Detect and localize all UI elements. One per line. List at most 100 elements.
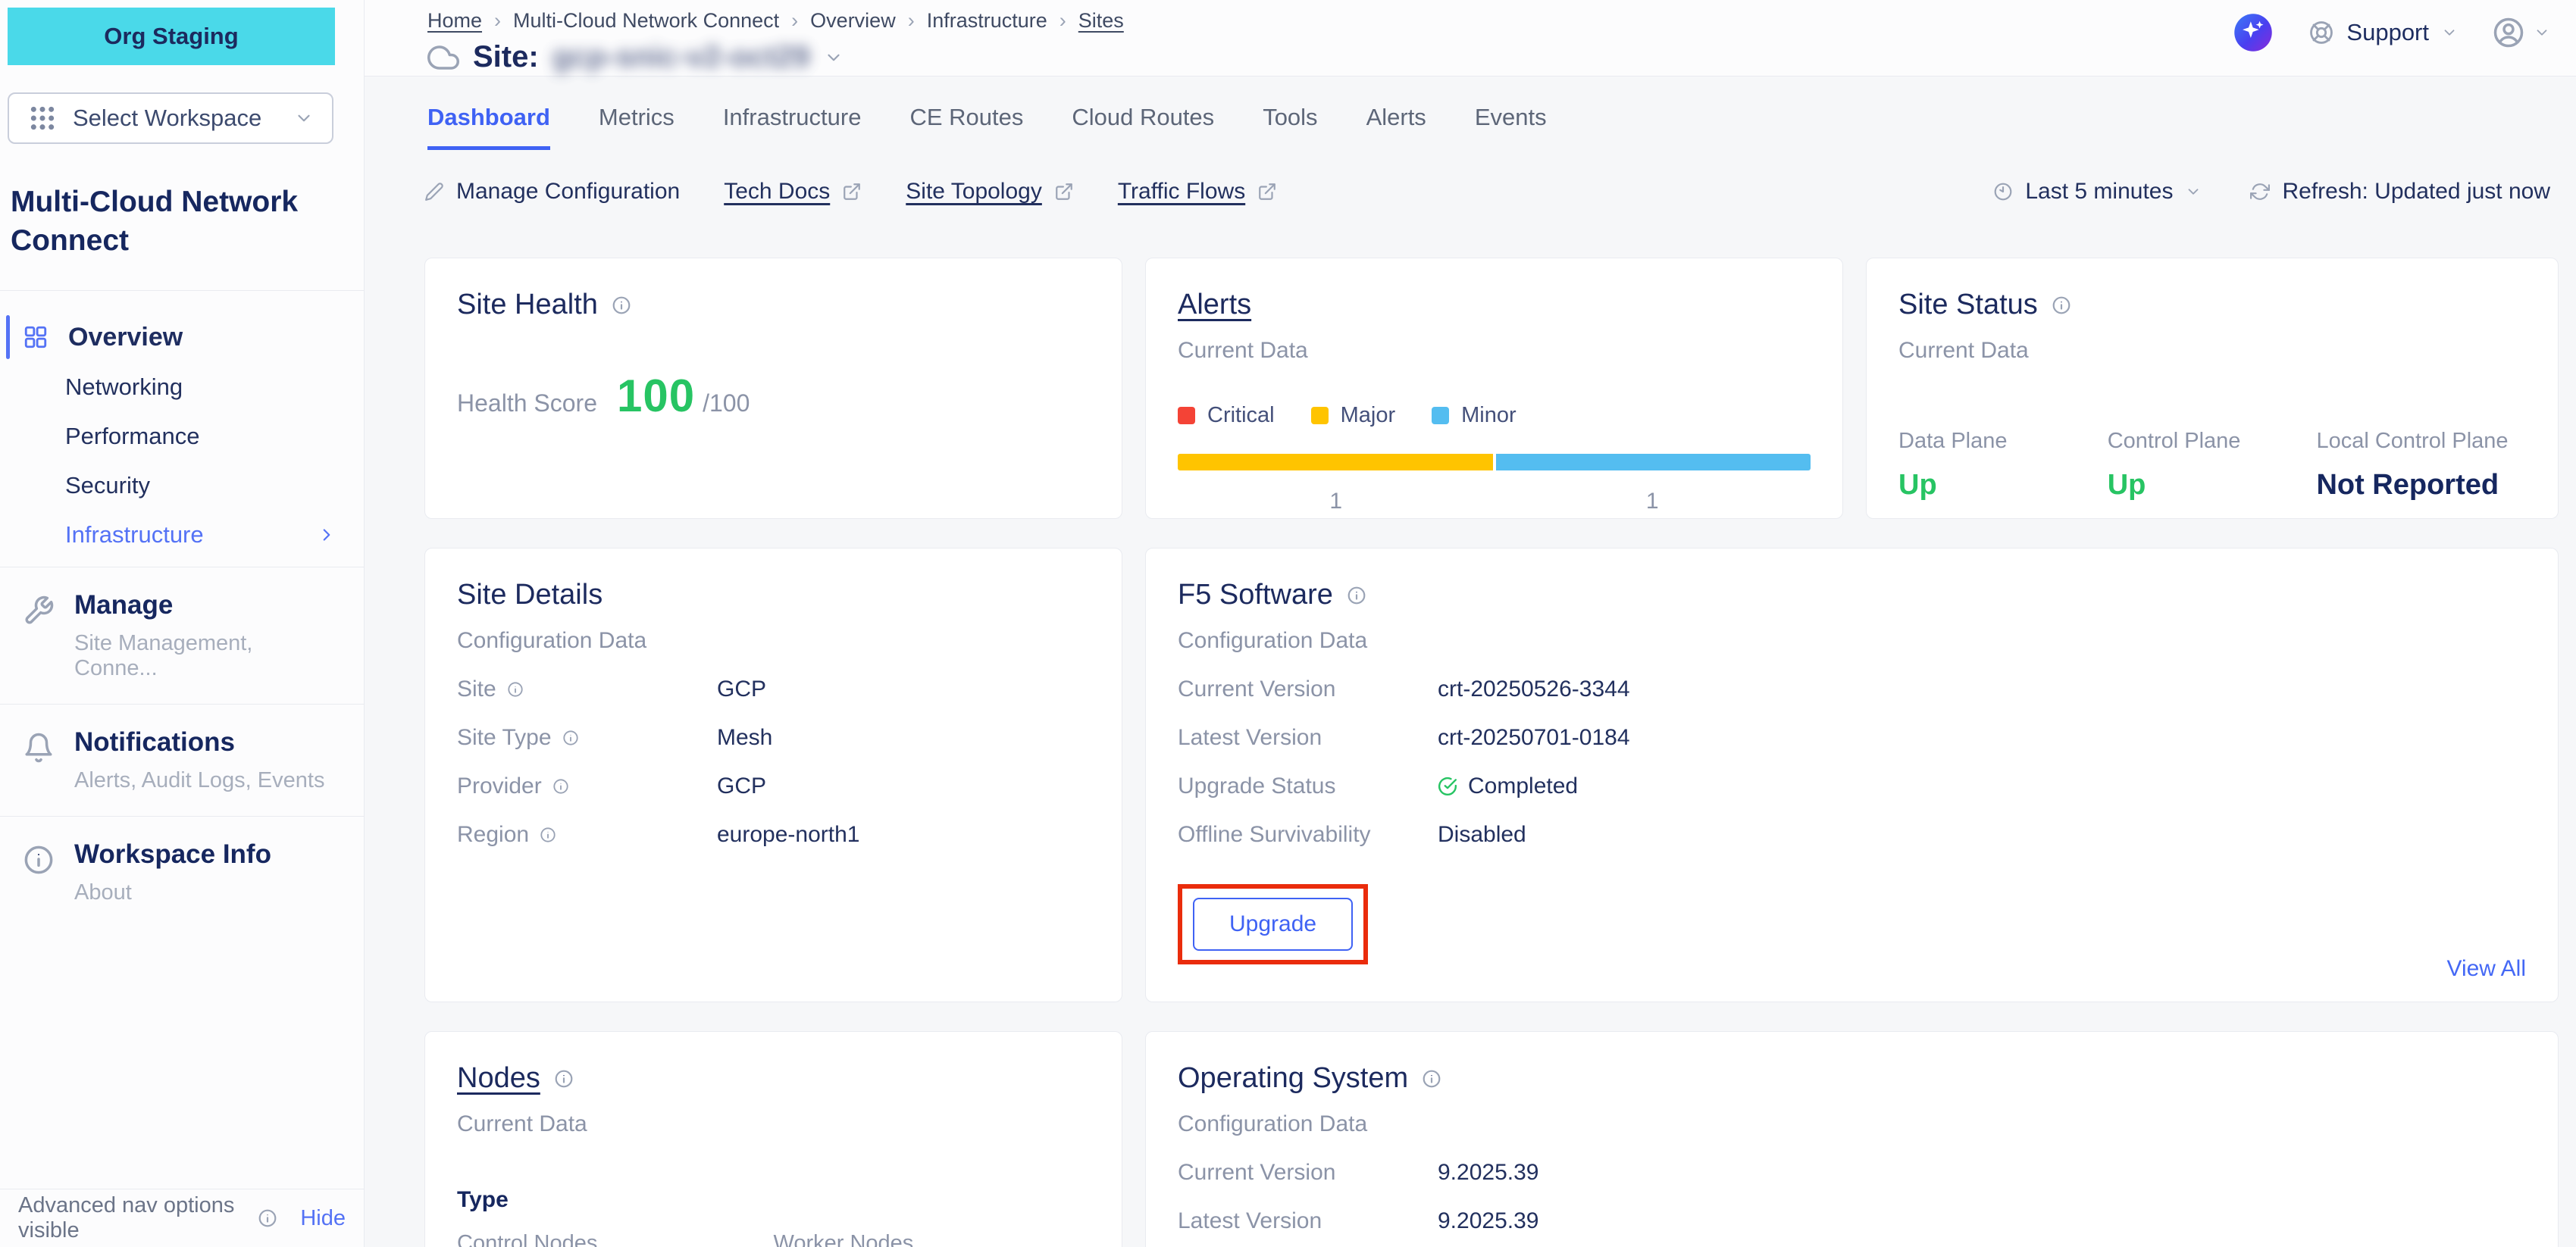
sidebar: Org Staging Select Workspace Multi-Cloud…: [0, 0, 365, 1247]
breadcrumb-separator: ›: [1060, 9, 1066, 33]
upgrade-button[interactable]: Upgrade: [1193, 898, 1353, 951]
external-link-icon: [842, 182, 862, 202]
card-title: Site Details: [457, 579, 603, 611]
alerts-legend: Critical Major Minor: [1178, 403, 1811, 428]
time-range-selector[interactable]: Last 5 minutes: [1993, 179, 2202, 205]
sidebar-footer: Advanced nav options visible Hide: [0, 1189, 364, 1247]
breadcrumb-mcn[interactable]: Multi-Cloud Network Connect: [513, 9, 779, 33]
site-topology-link[interactable]: Site Topology: [906, 179, 1074, 205]
workspace-selector[interactable]: Select Workspace: [8, 92, 333, 144]
sidebar-item-infrastructure[interactable]: Infrastructure: [0, 510, 364, 559]
info-icon[interactable]: [554, 1069, 574, 1089]
major-swatch: [1311, 407, 1329, 424]
user-avatar-icon: [2493, 17, 2524, 48]
hide-nav-button[interactable]: Hide: [300, 1206, 346, 1231]
breadcrumb-overview[interactable]: Overview: [810, 9, 896, 33]
info-icon[interactable]: [2052, 295, 2071, 315]
card-subtitle: Current Data: [1898, 338, 2526, 364]
tab-cloud-routes[interactable]: Cloud Routes: [1072, 104, 1214, 150]
nodes-columns: Control Nodes Worker Nodes: [457, 1231, 1090, 1247]
breadcrumb-infrastructure[interactable]: Infrastructure: [927, 9, 1047, 33]
local-control-plane-status: Local Control Plane Not Reported: [2316, 429, 2525, 502]
card-title: Site Status: [1898, 289, 2038, 321]
account-menu[interactable]: [2493, 17, 2550, 48]
breadcrumb-home[interactable]: Home: [427, 9, 482, 33]
bell-icon: [23, 732, 55, 764]
page-content: Dashboard Metrics Infrastructure CE Rout…: [365, 77, 2576, 1247]
info-icon[interactable]: [612, 295, 631, 315]
nodes-card: Nodes Current Data Type Control Nodes Wo…: [424, 1031, 1122, 1247]
org-banner[interactable]: Org Staging: [8, 8, 335, 65]
status-value: Up: [2108, 469, 2317, 502]
tab-infrastructure[interactable]: Infrastructure: [723, 104, 862, 150]
tab-dashboard[interactable]: Dashboard: [427, 104, 550, 150]
refresh-button[interactable]: Refresh: Updated just now: [2250, 179, 2550, 205]
tech-docs-link[interactable]: Tech Docs: [724, 179, 862, 205]
card-subtitle: Current Data: [457, 1111, 1090, 1137]
breadcrumb-separator: ›: [494, 9, 501, 33]
minor-count: 1: [1495, 489, 1811, 514]
info-icon[interactable]: [1422, 1069, 1441, 1089]
info-icon[interactable]: [552, 778, 569, 795]
support-menu[interactable]: Support: [2308, 19, 2458, 46]
nodes-title-link[interactable]: Nodes: [457, 1062, 540, 1095]
site-status-card: Site Status Current Data Data Plane Up C…: [1866, 258, 2559, 519]
card-title: F5 Software: [1178, 579, 1333, 611]
ai-assistant-button[interactable]: [2233, 12, 2274, 53]
alerts-title-link[interactable]: Alerts: [1178, 289, 1251, 321]
main-area: Home › Multi-Cloud Network Connect › Ove…: [365, 0, 2576, 1247]
pencil-icon: [424, 182, 444, 202]
external-link-icon: [1257, 182, 1277, 202]
workspace-title: Multi-Cloud Network Connect: [11, 183, 341, 260]
sidebar-item-networking[interactable]: Networking: [0, 362, 364, 411]
detail-row-region: Region europe-north1: [457, 822, 1090, 848]
manage-configuration-button[interactable]: Manage Configuration: [424, 179, 680, 205]
sidebar-item-manage[interactable]: Manage Site Management, Conne...: [0, 567, 364, 704]
check-circle-icon: [1438, 777, 1457, 796]
card-title: Operating System: [1178, 1062, 1408, 1095]
sidebar-item-label: Overview: [68, 323, 183, 352]
tab-ce-routes[interactable]: CE Routes: [909, 104, 1023, 150]
operating-system-card: Operating System Configuration Data Curr…: [1145, 1031, 2559, 1247]
health-score-label: Health Score: [457, 389, 597, 417]
sidebar-item-workspace-info[interactable]: Workspace Info About: [0, 816, 364, 928]
info-icon: [23, 844, 55, 876]
sidebar-item-performance[interactable]: Performance: [0, 411, 364, 461]
status-value: Up: [1898, 469, 2108, 502]
info-icon[interactable]: [562, 730, 579, 746]
critical-swatch: [1178, 407, 1195, 424]
header-actions: Support: [2233, 12, 2550, 53]
sidebar-item-notifications[interactable]: Notifications Alerts, Audit Logs, Events: [0, 704, 364, 816]
tab-events[interactable]: Events: [1475, 104, 1547, 150]
card-subtitle: Configuration Data: [457, 628, 1090, 654]
info-icon[interactable]: [258, 1208, 277, 1228]
tab-metrics[interactable]: Metrics: [599, 104, 675, 150]
sidebar-item-overview[interactable]: Overview: [0, 312, 364, 362]
tab-tools[interactable]: Tools: [1263, 104, 1317, 150]
major-count: 1: [1178, 489, 1495, 514]
traffic-flows-link[interactable]: Traffic Flows: [1118, 179, 1277, 205]
tab-alerts[interactable]: Alerts: [1366, 104, 1426, 150]
minor-swatch: [1432, 407, 1449, 424]
info-icon[interactable]: [1347, 586, 1366, 605]
sidebar-nav: Overview Networking Performance Security…: [0, 291, 364, 567]
workspace-selector-label: Select Workspace: [73, 105, 261, 132]
minor-bar-segment[interactable]: [1496, 454, 1811, 470]
software-row-offline-survivability: Offline Survivability Disabled: [1178, 822, 2526, 848]
breadcrumb-separator: ›: [791, 9, 798, 33]
card-title: Site Health: [457, 289, 598, 321]
support-label: Support: [2346, 19, 2429, 46]
info-icon[interactable]: [507, 681, 524, 698]
sidebar-item-security[interactable]: Security: [0, 461, 364, 510]
chevron-down-icon: [2534, 24, 2550, 41]
view-all-link[interactable]: View All: [2446, 956, 2526, 982]
alerts-counts: 1 1: [1178, 489, 1811, 514]
status-value: Not Reported: [2316, 469, 2525, 502]
site-health-card: Site Health Health Score 100 /100: [424, 258, 1122, 519]
grid-dots-icon: [27, 103, 58, 133]
annotation-highlight-box: Upgrade: [1178, 884, 1368, 964]
card-subtitle: Current Data: [1178, 338, 1811, 364]
major-bar-segment[interactable]: [1178, 454, 1493, 470]
info-icon[interactable]: [540, 827, 556, 843]
breadcrumb-sites[interactable]: Sites: [1078, 9, 1124, 33]
